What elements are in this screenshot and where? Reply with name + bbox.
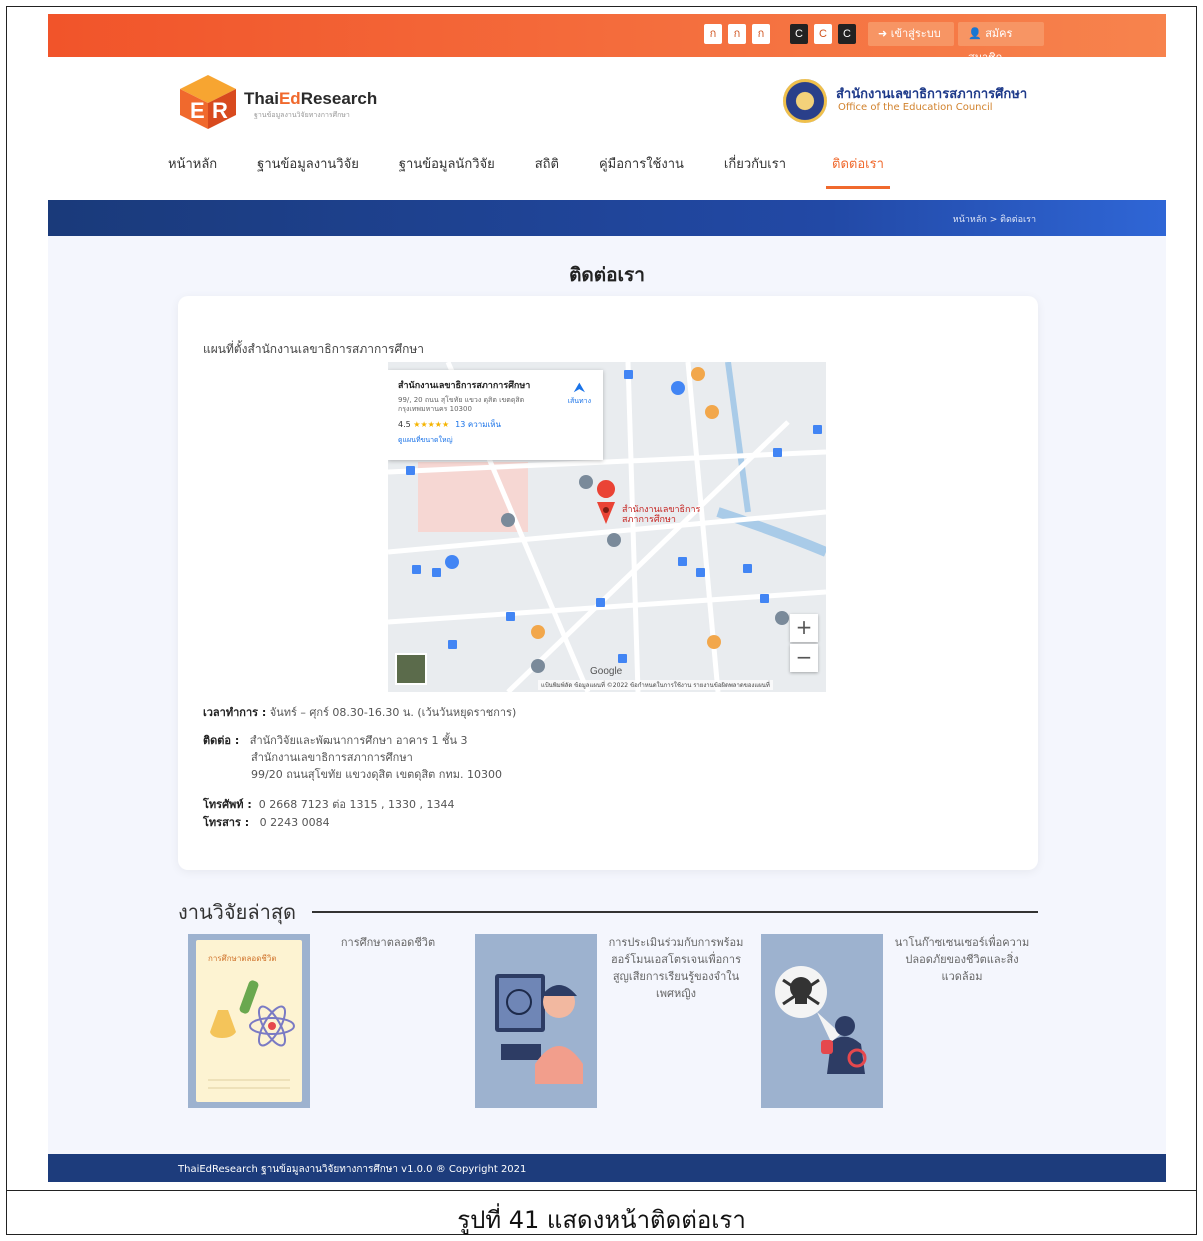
- contact-address: ติดต่อ : สำนักวิจัยและพัฒนาการศึกษา อาคา…: [203, 734, 502, 781]
- font-size-small-button[interactable]: ก: [704, 24, 722, 44]
- nav-about[interactable]: เกี่ยวกับเรา: [724, 153, 786, 189]
- figure-caption: รูปที่ 41 แสดงหน้าติดต่อเรา: [457, 1206, 746, 1234]
- main-nav: หน้าหลัก ฐานข้อมูลงานวิจัย ฐานข้อมูลนักว…: [168, 153, 930, 189]
- google-logo: Google: [590, 666, 623, 677]
- research-title-3[interactable]: นาโนก๊าซเซนเซอร์เพื่อความปลอดภัยของชีวิต…: [894, 934, 1030, 985]
- zoom-out-button[interactable]: −: [790, 644, 818, 672]
- org-name-en: Office of the Education Council: [838, 102, 993, 113]
- contrast-dark-button[interactable]: C: [790, 24, 808, 44]
- caption-divider: [6, 1190, 1197, 1191]
- thaiedresearch-logo[interactable]: E R: [178, 73, 238, 131]
- contact-fax: โทรสาร : 0 2243 0084: [203, 816, 330, 829]
- footer-copyright: ThaiEdResearch ฐานข้อมูลงานวิจัยทางการศึ…: [178, 1164, 527, 1175]
- research-title-1[interactable]: การศึกษาตลอดชีวิต: [320, 934, 456, 951]
- map-place-title: สำนักงานเลขาธิการสภาการศึกษา: [398, 381, 531, 391]
- research-cover-1[interactable]: การศึกษาตลอดชีวิต: [188, 934, 310, 1108]
- accessibility-buttons: ก ก ก C C C: [704, 24, 856, 44]
- logo-subtitle: ฐานข้อมูลงานวิจัยทางการศึกษา: [254, 111, 350, 119]
- logo-wordmark: ThaiEdResearch: [244, 89, 378, 108]
- nav-statistics[interactable]: สถิติ: [535, 153, 559, 189]
- top-bar: ก ก ก C C C ➜ เข้าสู่ระบบ 👤 สมัครสมาชิก: [48, 14, 1166, 64]
- toxic-gas-icon: [761, 934, 883, 1108]
- svg-text:สำนักงานเลขาธิการ: สำนักงานเลขาธิการ: [622, 504, 701, 515]
- google-map[interactable]: สำนักงานเลขาธิการ สภาการศึกษา สำนักงานเล…: [388, 362, 826, 692]
- rating-stars-icon: ★★★★★: [413, 420, 450, 429]
- map-place-rating: 4.5 ★★★★★ 13 ความเห็น: [398, 420, 501, 429]
- office-hours: เวลาทำการ : จันทร์ – ศุกร์ 08.30-16.30 น…: [203, 706, 517, 719]
- site-footer: ThaiEdResearch ฐานข้อมูลงานวิจัยทางการศึ…: [48, 1154, 1166, 1182]
- contact-phone: โทรศัพท์ : 0 2668 7123 ต่อ 1315 , 1330 ,…: [203, 798, 455, 811]
- map-footer: แป้นพิมพ์ลัด ข้อมูลแผนที่ ©2022 ข้อกำหนด…: [538, 680, 773, 690]
- map-place-address: 99/, 20 ถนน สุโขทัย แขวง ดุสิต เขตดุสิต …: [398, 396, 525, 413]
- webpage: ก ก ก C C C ➜ เข้าสู่ระบบ 👤 สมัครสมาชิก …: [48, 14, 1166, 1182]
- nav-research-db[interactable]: ฐานข้อมูลงานวิจัย: [257, 153, 359, 189]
- nav-manual[interactable]: คู่มือการใช้งาน: [599, 153, 684, 189]
- directions-icon: ⮝: [573, 380, 586, 396]
- svg-text:E: E: [190, 98, 205, 123]
- nav-home[interactable]: หน้าหลัก: [168, 153, 217, 189]
- font-size-large-button[interactable]: ก: [752, 24, 770, 44]
- register-button[interactable]: 👤 สมัครสมาชิก: [958, 22, 1044, 64]
- contact-card: แผนที่ตั้งสำนักงานเลขาธิการสภาการศึกษา ส…: [178, 296, 1038, 870]
- login-icon: ➜: [878, 27, 891, 40]
- research-title-2[interactable]: การประเมินร่วมกับการพร้อมฮอร์โมนเอสโตรเจ…: [608, 934, 744, 1002]
- map-place-card[interactable]: สำนักงานเลขาธิการสภาการศึกษา 99/, 20 ถนน…: [388, 370, 603, 460]
- breadcrumb[interactable]: หน้าหลัก > ติดต่อเรา: [953, 212, 1036, 226]
- nav-contact[interactable]: ติดต่อเรา: [826, 153, 890, 189]
- zoom-in-button[interactable]: +: [790, 614, 818, 642]
- contrast-light-button[interactable]: C: [814, 24, 832, 44]
- latest-research: งานวิจัยล่าสุด การศึกษาตลอดชีวิต การศึกษ…: [178, 896, 1038, 1108]
- map-reviews-link[interactable]: 13 ความเห็น: [455, 420, 501, 429]
- map-larger-link[interactable]: ดูแผนที่ขนาดใหญ่: [398, 435, 593, 446]
- user-icon: 👤: [968, 27, 986, 40]
- research-cover-2[interactable]: [475, 934, 597, 1108]
- latest-research-heading: งานวิจัยล่าสุด: [178, 896, 1038, 928]
- research-cover-3[interactable]: [761, 934, 883, 1108]
- svg-text:R: R: [212, 98, 228, 123]
- science-flask-icon: [208, 980, 295, 1089]
- page-title: ติดต่อเรา: [569, 264, 645, 286]
- site-header: E R ThaiEdResearch ฐานข้อมูลงานวิจัยทางก…: [48, 57, 1166, 200]
- login-button[interactable]: ➜ เข้าสู่ระบบ: [868, 22, 954, 46]
- nav-researcher-db[interactable]: ฐานข้อมูลนักวิจัย: [399, 153, 495, 189]
- contrast-yellow-button[interactable]: C: [838, 24, 856, 44]
- org-name-th: สำนักงานเลขาธิการสภาการศึกษา: [836, 87, 1028, 102]
- svg-text:สภาการศึกษา: สภาการศึกษา: [622, 514, 676, 525]
- brain-scan-icon: [475, 934, 597, 1108]
- map-directions-button[interactable]: ⮝ เส้นทาง: [568, 380, 591, 407]
- org-seal-icon: [783, 79, 827, 123]
- font-size-medium-button[interactable]: ก: [728, 24, 746, 44]
- login-label: เข้าสู่ระบบ: [890, 27, 941, 40]
- breadcrumb-bar: หน้าหลัก > ติดต่อเรา: [48, 200, 1166, 236]
- map-title: แผนที่ตั้งสำนักงานเลขาธิการสภาการศึกษา: [203, 342, 424, 356]
